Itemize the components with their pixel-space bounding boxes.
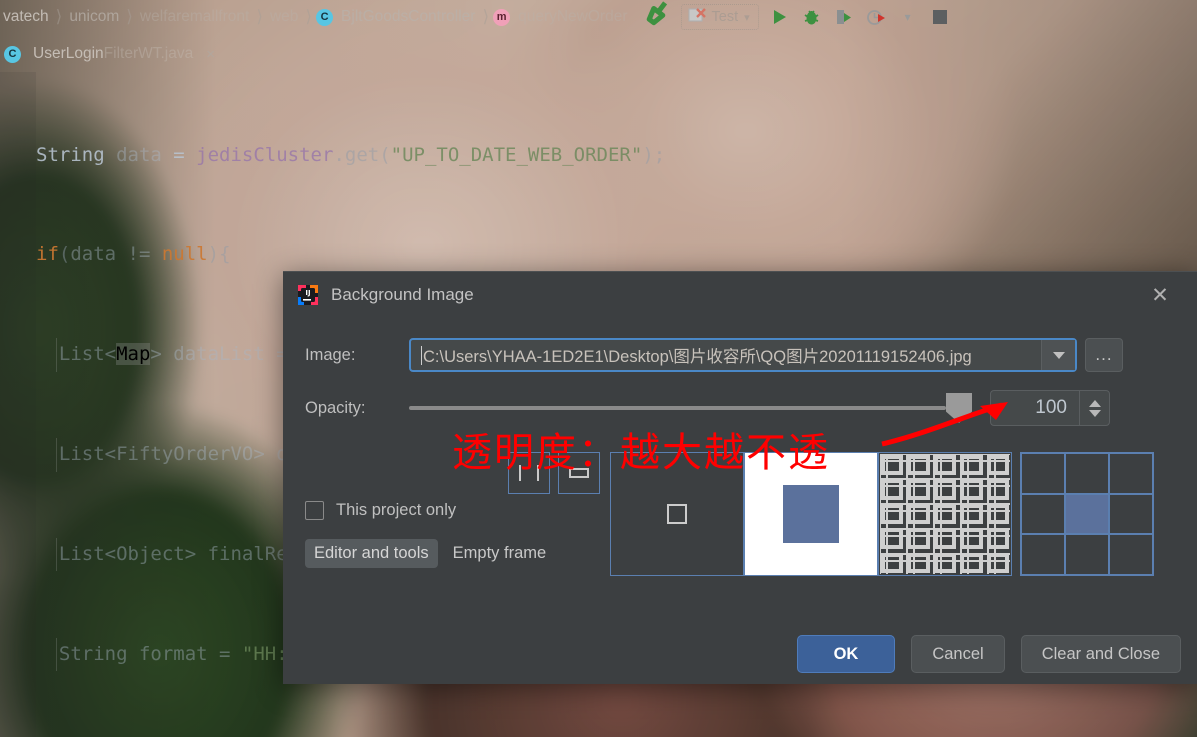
hammer-icon[interactable]: [643, 0, 673, 33]
run-toolbar: Test ▾ ▾: [643, 0, 951, 33]
intellij-idea-logo-icon: IJ: [297, 284, 319, 306]
code-line: String data = jedisCluster.get("UP_TO_DA…: [36, 143, 666, 166]
run-play-icon[interactable]: [769, 6, 791, 28]
anchor-cell-bottom-right[interactable]: [1109, 534, 1153, 575]
tab-name-suffix: FilterWT.java: [103, 45, 194, 62]
scope-segmented-control: Editor and tools Empty frame: [305, 539, 605, 568]
chevron-down-icon[interactable]: ▾: [744, 11, 750, 24]
breadcrumb-item-welfaremallfront[interactable]: welfaremallfront: [137, 8, 252, 26]
breadcrumb-separator-icon: ⟩: [305, 7, 313, 26]
breadcrumb-separator-icon: ⟩: [55, 7, 63, 26]
anchor-cell-middle-right[interactable]: [1109, 493, 1153, 535]
clear-and-close-button[interactable]: Clear and Close: [1020, 635, 1181, 673]
debug-bug-icon[interactable]: [801, 6, 823, 28]
class-badge-icon: C: [4, 45, 21, 63]
this-project-only-checkbox[interactable]: [305, 500, 324, 520]
class-badge-icon: C: [316, 8, 334, 26]
chevron-down-icon[interactable]: ▾: [897, 6, 919, 28]
annotation-text: 透明度：越大越不透: [452, 430, 830, 476]
image-path-control: C:\Users\YHAA-1ED2E1\Desktop\图片收容所\QQ图片2…: [409, 338, 1123, 372]
anchor-cell-bottom-center[interactable]: [1065, 534, 1109, 575]
close-icon[interactable]: ✕: [1147, 282, 1173, 308]
image-path-row: Image: C:\Users\YHAA-1ED2E1\Desktop\图片收容…: [283, 338, 1197, 372]
image-path-input[interactable]: C:\Users\YHAA-1ED2E1\Desktop\图片收容所\QQ图片2…: [409, 338, 1077, 372]
test-config-icon: [688, 7, 706, 28]
opacity-label: Opacity:: [305, 398, 366, 417]
breadcrumb-item-bjltgoodscontroller[interactable]: BjltGoodsController: [338, 8, 478, 26]
tile-cells: [879, 453, 1011, 575]
profiler-icon[interactable]: [865, 6, 887, 28]
triangle-down-icon[interactable]: [1088, 409, 1101, 417]
this-project-only-label: This project only: [336, 500, 457, 519]
tab-name-prefix: UserLogin: [33, 45, 104, 62]
breadcrumb-toolbar: vatech ⟩ unicom ⟩ welfaremallfront ⟩ web…: [0, 0, 1197, 34]
run-configuration-name: Test: [711, 9, 739, 25]
anchor-cell-middle-left[interactable]: [1021, 493, 1065, 535]
anchor-cell-top-left[interactable]: [1021, 453, 1065, 494]
editor-tab-userloginfilterwt[interactable]: UserLoginFilterWT.java: [33, 45, 193, 63]
breadcrumb: vatech ⟩ unicom ⟩ welfaremallfront ⟩ web…: [0, 7, 631, 27]
tile-fill-icon[interactable]: [878, 452, 1012, 576]
anchor-cell-bottom-left[interactable]: [1021, 534, 1065, 575]
browse-button[interactable]: ...: [1085, 338, 1123, 372]
run-with-coverage-icon[interactable]: [833, 6, 855, 28]
red-arrow-icon: [880, 400, 1010, 453]
anchor-cell-top-center[interactable]: [1065, 453, 1109, 494]
dialog-title: Background Image: [331, 285, 474, 304]
breadcrumb-separator-icon: ⟩: [126, 7, 133, 26]
breadcrumb-separator-icon: ⟩: [482, 7, 490, 26]
breadcrumb-item-querynewOrder[interactable]: queryNewOrder: [515, 8, 630, 26]
image-label: Image:: [305, 345, 356, 364]
dialog-left-controls: This project only Editor and tools Empty…: [305, 495, 605, 568]
chevron-down-icon[interactable]: [1041, 340, 1075, 370]
dialog-title-bar: IJ Background Image ✕: [283, 272, 1197, 318]
triangle-up-icon[interactable]: [1088, 399, 1101, 407]
center-square-glyph: [667, 504, 687, 524]
image-path-value: C:\Users\YHAA-1ED2E1\Desktop\图片收容所\QQ图片2…: [423, 348, 972, 366]
scope-option-editor-and-tools[interactable]: Editor and tools: [305, 539, 438, 568]
text-caret: [421, 345, 422, 365]
breadcrumb-item-unicom[interactable]: unicom: [66, 8, 122, 26]
this-project-only-row[interactable]: This project only: [305, 495, 605, 525]
stop-icon[interactable]: [929, 6, 951, 28]
dialog-footer: OK Cancel Clear and Close: [283, 624, 1197, 684]
run-configuration-selector[interactable]: Test ▾: [680, 4, 759, 30]
anchor-cell-top-right[interactable]: [1109, 453, 1153, 494]
method-badge-icon: m: [493, 8, 511, 26]
slider-track: [409, 406, 946, 410]
breadcrumb-separator-icon: ⟩: [256, 7, 263, 26]
cancel-button[interactable]: Cancel: [911, 635, 1005, 673]
editor-gutter: [0, 72, 36, 737]
breadcrumb-item-web[interactable]: web: [267, 8, 301, 26]
editor-tab-bar: C UserLoginFilterWT.java ×: [0, 40, 215, 68]
anchor-cell-middle-center[interactable]: [1065, 493, 1109, 535]
ok-button[interactable]: OK: [796, 635, 896, 673]
screen: String data = jedisCluster.get("UP_TO_DA…: [0, 0, 1197, 737]
anchor-position-grid[interactable]: [1020, 452, 1154, 576]
code-line: if(data != null){: [36, 243, 231, 266]
spinner-buttons: [1079, 391, 1109, 425]
close-icon[interactable]: ×: [206, 46, 215, 63]
breadcrumb-item-vatech[interactable]: vatech: [0, 8, 52, 26]
svg-text:IJ: IJ: [305, 289, 310, 297]
scope-option-empty-frame[interactable]: Empty frame: [444, 539, 556, 568]
